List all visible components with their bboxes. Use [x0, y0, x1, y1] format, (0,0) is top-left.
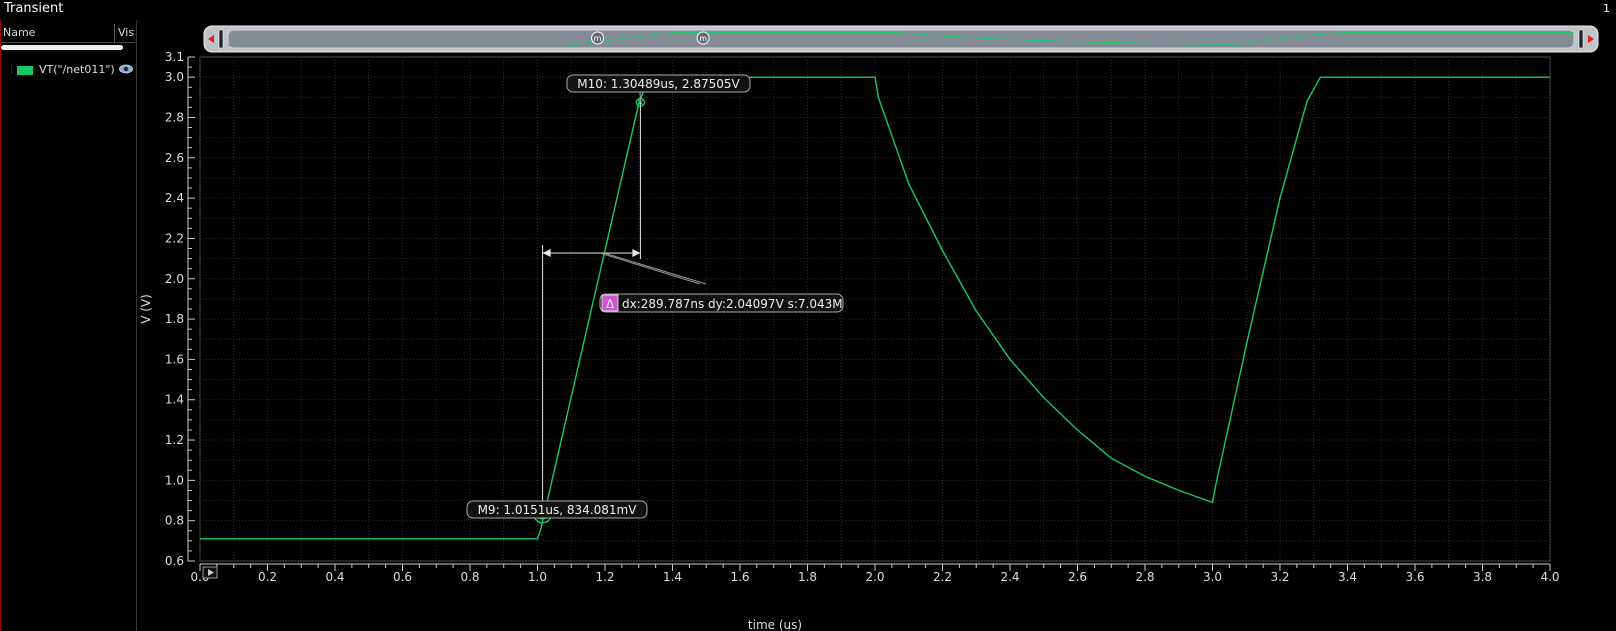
x-tick-label: 1.8 — [798, 570, 817, 584]
y-axis-title: V (V) — [139, 294, 153, 324]
x-tick-label: 2.2 — [933, 570, 952, 584]
y-tick-label: 0.8 — [165, 514, 184, 528]
x-tick-label: 0.2 — [258, 570, 277, 584]
x-tick-label: 3.6 — [1405, 570, 1424, 584]
waveform-plot[interactable]: 0.0 0.2 0.4 0.6 0.8 1.0 1.2 1.4 1.6 1.8 2.0 2.2 2.4 2… — [0, 0, 1616, 631]
x-tick-label: 2.4 — [1000, 570, 1019, 584]
play-button[interactable] — [202, 566, 218, 579]
y-tick-label: 1.6 — [165, 352, 184, 366]
y-tick-label: 1.4 — [165, 393, 184, 407]
x-axis-title: time (us) — [748, 618, 802, 631]
x-tick-label: 0.4 — [325, 570, 344, 584]
x-tick-label: 1.0 — [528, 570, 547, 584]
y-tick-label: 0.6 — [165, 554, 184, 568]
x-tick-label: 1.4 — [663, 570, 682, 584]
overview-marker-m9-glyph: m — [594, 34, 602, 43]
x-tick-label: 0.6 — [393, 570, 412, 584]
y-tick-label: 2.2 — [165, 231, 184, 245]
marker-m9-label-text: M9: 1.0151us, 834.081mV — [478, 503, 638, 517]
x-tick-label: 1.2 — [595, 570, 614, 584]
marker-m10-label-text: M10: 1.30489us, 2.87505V — [577, 77, 740, 91]
x-tick-label: 4.0 — [1540, 570, 1559, 584]
x-tick-label: 3.0 — [1203, 570, 1222, 584]
overview-handle-left[interactable] — [218, 29, 224, 49]
y-tick-label: 3.1 — [165, 50, 184, 64]
x-tick-label: 3.2 — [1270, 570, 1289, 584]
x-tick-label: 3.8 — [1473, 570, 1492, 584]
y-tick-label: 1.2 — [165, 433, 184, 447]
x-tick-label: 3.4 — [1338, 570, 1357, 584]
marker-m10-label[interactable]: M10: 1.30489us, 2.87505V — [566, 74, 751, 93]
delta-badge-glyph: Δ — [606, 297, 615, 311]
marker-m9-label[interactable]: M9: 1.0151us, 834.081mV — [466, 500, 648, 519]
y-tick-label: 1.0 — [165, 473, 184, 487]
y-tick-label: 2.0 — [165, 272, 184, 286]
x-tick-label: 2.8 — [1135, 570, 1154, 584]
y-tick-label: 2.6 — [165, 151, 184, 165]
y-tick-label: 2.8 — [165, 110, 184, 124]
x-tick-label: 1.6 — [730, 570, 749, 584]
delta-label[interactable]: Δdx:289.787ns dy:2.04097V s:7.043M — [599, 293, 844, 313]
y-tick-label: 1.8 — [165, 312, 184, 326]
overview-handle-right[interactable] — [1578, 29, 1584, 49]
y-tick-label: 2.4 — [165, 191, 184, 205]
overview-marker-m10-glyph: m — [699, 34, 707, 43]
delta-label-text: dx:289.787ns dy:2.04097V s:7.043M — [622, 297, 843, 311]
x-tick-label: 2.6 — [1068, 570, 1087, 584]
overview-strip[interactable]: mm — [203, 25, 1599, 53]
y-tick-label: 3.0 — [165, 70, 184, 84]
x-tick-label: 0.8 — [460, 570, 479, 584]
x-tick-label: 2.0 — [865, 570, 884, 584]
